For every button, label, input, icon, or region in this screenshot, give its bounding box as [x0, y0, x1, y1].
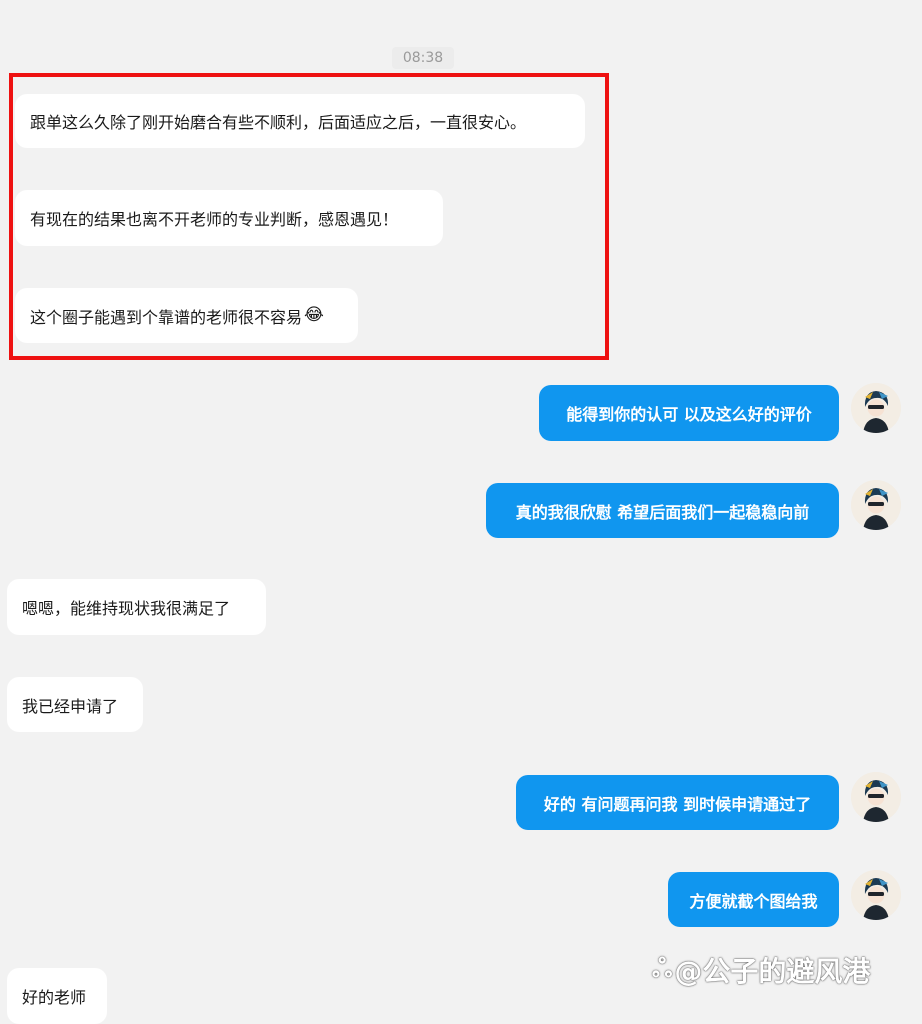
platform-logo-icon: ஃ: [652, 953, 673, 984]
avatar[interactable]: [851, 480, 901, 530]
message-text: 好的 有问题再问我 到时候申请通过了: [543, 794, 812, 814]
message-bubble-incoming[interactable]: 这个圈子能遇到个靠谱的老师很不容易 😂: [15, 288, 358, 343]
message-text: 有现在的结果也离不开老师的专业判断，感恩遇见！: [30, 210, 399, 229]
message-bubble-outgoing[interactable]: 能得到你的认可 以及这么好的评价: [539, 385, 839, 441]
message-text: 嗯嗯，能维持现状我很满足了: [22, 599, 231, 618]
message-text: 跟单这么久除了刚开始磨合有些不顺利，后面适应之后，一直很安心。: [30, 113, 527, 132]
message-bubble-outgoing[interactable]: 好的 有问题再问我 到时候申请通过了: [516, 775, 839, 830]
message-bubble-incoming[interactable]: 有现在的结果也离不开老师的专业判断，感恩遇见！: [15, 190, 443, 246]
avatar-portrait-icon: [851, 870, 901, 920]
message-text: 我已经申请了: [22, 696, 119, 716]
avatar[interactable]: [851, 772, 901, 822]
message-text: 这个圈子能遇到个靠谱的老师很不容易: [30, 307, 303, 327]
chat-timestamp: 08:38: [392, 47, 454, 69]
message-bubble-incoming[interactable]: 我已经申请了: [7, 677, 143, 732]
message-text: 真的我很欣慰 希望后面我们一起稳稳向前: [515, 502, 810, 522]
message-bubble-incoming[interactable]: 好的老师: [7, 968, 107, 1024]
avatar-portrait-icon: [851, 772, 901, 822]
message-text: 好的老师: [22, 988, 87, 1007]
message-bubble-outgoing[interactable]: 真的我很欣慰 希望后面我们一起稳稳向前: [486, 483, 839, 538]
avatar-portrait-icon: [851, 480, 901, 530]
watermark: ஃ @公子的避风港: [652, 950, 870, 990]
message-bubble-outgoing[interactable]: 方便就截个图给我: [668, 872, 839, 927]
avatar-portrait-icon: [851, 383, 901, 433]
avatar[interactable]: [851, 870, 901, 920]
message-text: 能得到你的认可 以及这么好的评价: [566, 405, 812, 424]
watermark-text: @公子的避风港: [674, 955, 871, 988]
laughing-emoji-icon: 😂: [304, 305, 324, 325]
message-bubble-incoming[interactable]: 嗯嗯，能维持现状我很满足了: [7, 579, 266, 635]
avatar[interactable]: [851, 383, 901, 433]
message-text: 方便就截个图给我: [689, 891, 818, 911]
message-bubble-incoming[interactable]: 跟单这么久除了刚开始磨合有些不顺利，后面适应之后，一直很安心。: [15, 94, 585, 148]
